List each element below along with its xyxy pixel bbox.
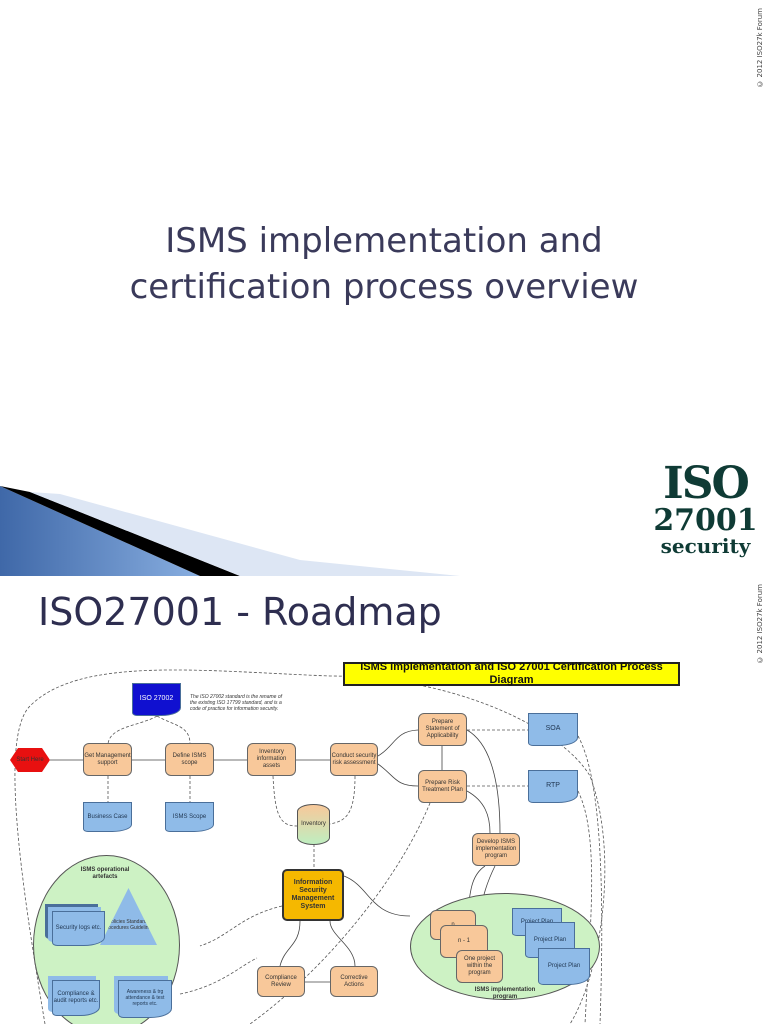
decorative-swoosh [0, 486, 460, 576]
step-prepare-soa: Prepare Statement of Applicability [418, 713, 467, 746]
project-plan-doc: Project Plan [538, 948, 590, 985]
diagram-title: ISMS implementation and ISO 27001 Certif… [343, 661, 680, 686]
step-inventory-assets: Inventory information assets [247, 743, 296, 776]
slide-title: ISMS implementation and certification pro… [0, 218, 768, 310]
title-line: certification process overview [129, 267, 639, 307]
inventory-db: Inventory [297, 804, 330, 845]
artefacts-label: ISMS operational artefacts [80, 867, 130, 880]
awareness-doc: Awareness & trg attendance & test report… [118, 980, 172, 1018]
iso27001-logo: ISO 27001 security [653, 458, 758, 558]
iso27002-doc: ISO 27002 [132, 683, 181, 716]
isms-box: Information Security Management System [282, 869, 344, 921]
rtp-doc: RTP [528, 770, 578, 803]
start-node: Start Here [10, 748, 50, 772]
step-compliance-review: Compliance Review [257, 966, 305, 997]
step-corrective-actions: Corrective Actions [330, 966, 378, 997]
one-project: One project within the program [456, 950, 503, 983]
title-line: ISMS implementation and [165, 221, 603, 261]
step-define-scope: Define ISMS scope [165, 743, 214, 776]
step-prepare-rtp: Prepare Risk Treatment Plan [418, 770, 467, 803]
iso27002-note: The ISO 27002 standard is the rename of … [190, 694, 282, 712]
title-slide: © 2012 ISO27k Forum ISMS implementation … [0, 0, 768, 576]
step-get-management-support: Get Management support [83, 743, 132, 776]
soa-doc: SOA [528, 713, 578, 746]
security-logs-doc: Security logs etc. [52, 911, 105, 946]
program-label: ISMS implementation program [474, 987, 536, 1000]
step-develop-program: Develop ISMS implementation program [472, 833, 520, 866]
compliance-reports-doc: Compliance & audit reports etc. [52, 980, 100, 1016]
process-diagram: ISMS implementation and ISO 27001 Certif… [0, 576, 768, 1024]
copyright: © 2012 ISO27k Forum [756, 8, 764, 88]
business-case-doc: Business Case [83, 802, 132, 832]
roadmap-slide: © 2012 ISO27k Forum ISO27001 - Roadmap I… [0, 576, 768, 1024]
isms-scope-doc: ISMS Scope [165, 802, 214, 832]
step-risk-assessment: Conduct security risk assessment [330, 743, 378, 776]
